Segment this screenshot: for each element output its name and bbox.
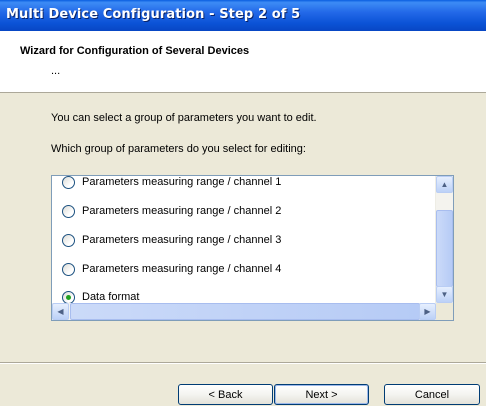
scroll-up-button[interactable]: ▲ xyxy=(436,176,453,193)
footer-divider xyxy=(0,362,486,364)
radio-button-selected[interactable] xyxy=(62,290,75,304)
chevron-up-icon: ▲ xyxy=(440,180,449,189)
window-title: Multi Device Configuration - Step 2 of 5 xyxy=(6,7,301,22)
question-text: Which group of parameters do you select … xyxy=(51,143,306,155)
header-title: Wizard for Configuration of Several Devi… xyxy=(20,45,250,57)
vertical-scroll-thumb[interactable] xyxy=(436,210,453,287)
radio-button[interactable] xyxy=(62,204,75,218)
chevron-down-icon: ▼ xyxy=(440,290,449,299)
vertical-scrollbar[interactable]: ▲ ▼ xyxy=(435,176,453,303)
item-label: Parameters measuring range / channel 3 xyxy=(82,234,282,246)
radio-button[interactable] xyxy=(62,262,75,276)
radio-dot xyxy=(66,294,71,300)
parameter-group-list[interactable]: Parameters measuring range / channel 1 P… xyxy=(51,175,454,321)
chevron-right-icon: ▶ xyxy=(424,307,431,316)
horizontal-scrollbar[interactable]: ◀ ▶ xyxy=(52,303,436,320)
item-label: Parameters measuring range / channel 1 xyxy=(82,176,282,188)
header-subtitle: ... xyxy=(51,65,61,77)
scroll-right-button[interactable]: ▶ xyxy=(419,303,436,320)
list-item-channel-1[interactable]: Parameters measuring range / channel 1 xyxy=(62,176,282,190)
chevron-left-icon: ◀ xyxy=(57,307,64,316)
wizard-header: Wizard for Configuration of Several Devi… xyxy=(0,31,486,93)
back-button[interactable]: < Back xyxy=(178,384,273,405)
radio-button[interactable] xyxy=(62,233,75,247)
item-label: Data format xyxy=(82,291,140,303)
scrollbar-corner xyxy=(436,303,453,320)
list-item-channel-3[interactable]: Parameters measuring range / channel 3 xyxy=(62,232,281,248)
item-label: Parameters measuring range / channel 2 xyxy=(82,205,282,217)
horizontal-scroll-thumb[interactable] xyxy=(70,303,420,320)
intro-text: You can select a group of parameters you… xyxy=(51,112,317,124)
item-label: Parameters measuring range / channel 4 xyxy=(82,263,282,275)
title-bar: Multi Device Configuration - Step 2 of 5 xyxy=(0,0,486,31)
list-item-channel-4[interactable]: Parameters measuring range / channel 4 xyxy=(62,261,281,277)
cancel-button[interactable]: Cancel xyxy=(384,384,480,405)
next-button[interactable]: Next > xyxy=(274,384,369,405)
list-item-channel-2[interactable]: Parameters measuring range / channel 2 xyxy=(62,203,281,219)
radio-button[interactable] xyxy=(62,176,75,189)
scroll-down-button[interactable]: ▼ xyxy=(436,286,453,303)
scroll-left-button[interactable]: ◀ xyxy=(52,303,69,320)
